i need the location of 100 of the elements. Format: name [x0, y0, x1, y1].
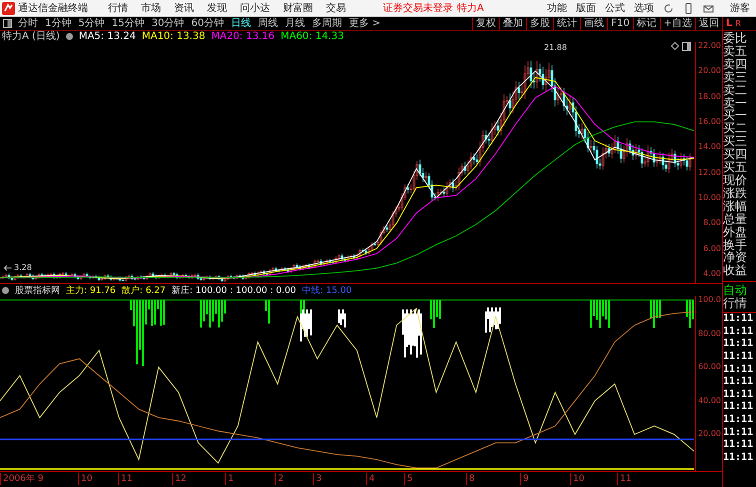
indicator-value: 中线: 15.00 [302, 284, 352, 296]
menu-item[interactable]: 版面 [576, 1, 596, 15]
menu-item[interactable]: 资讯 [174, 1, 194, 15]
price-axis-label: 20.00 [698, 65, 721, 78]
diamond-icon[interactable] [671, 42, 679, 50]
quote-mode-tab[interactable]: 行情 [723, 297, 756, 310]
period-tab[interactable]: 多周期 [312, 18, 342, 30]
quote-field-label: 收益 [723, 264, 748, 278]
app-title: 通达信金融终端 [18, 2, 88, 15]
price-axis-label: 14.00 [698, 141, 721, 154]
moving-average-value: MA20: 13.16 [211, 30, 275, 42]
indicator-axis-label: 100.0 [698, 294, 721, 306]
menu-item[interactable]: 行情 [108, 1, 128, 15]
time-axis-label: 3 [313, 473, 322, 485]
trade-time: 11:11 [723, 452, 754, 464]
indicator-name: 股票指标网 [15, 284, 60, 296]
menu-item[interactable]: 问小达 [240, 1, 270, 15]
indicator-axis-label: 60.00 [698, 361, 721, 374]
trade-time: 11:11 [723, 364, 754, 376]
quote-field-label: 外盘 [723, 226, 748, 238]
window-toggle-icon[interactable] [3, 19, 12, 28]
quote-field-label: 净资 [723, 251, 748, 264]
price-axis-label: 6.00 [703, 242, 721, 254]
price-axis-label: 4.00 [703, 268, 721, 280]
toolbar-button[interactable]: 统计 [553, 18, 580, 30]
toolbar-button[interactable]: F10 [607, 18, 633, 30]
period-tab[interactable]: 1分钟 [45, 18, 72, 30]
time-axis-label: 4 [366, 473, 375, 485]
trade-time: 11:11 [723, 326, 754, 338]
chart-title: 特力A (日线) [2, 30, 60, 43]
panel-icon[interactable] [682, 42, 691, 51]
time-axis-label: 10 [78, 473, 92, 485]
indicator-value: 散户: 6.27 [122, 284, 166, 296]
period-tab[interactable]: 月线 [284, 18, 305, 30]
price-axis-label: 8.00 [703, 217, 721, 230]
quote-field-label: 买四 [723, 148, 748, 162]
quote-field-label: 卖五 [723, 44, 748, 58]
period-tab[interactable]: 15分钟 [112, 18, 144, 30]
time-axis-label: 8 [466, 473, 475, 485]
moving-average-value: MA5: 13.24 [78, 30, 136, 42]
indicator-axis-label: 40.00 [698, 394, 721, 407]
toolbar-button[interactable]: +自选 [660, 18, 695, 30]
trade-time: 11:11 [723, 338, 754, 351]
menu-item[interactable]: 财富圈 [283, 1, 313, 15]
quote-mode-tab[interactable]: 自动 [723, 284, 756, 298]
menu-item[interactable]: 公式 [605, 1, 625, 15]
price-axis-label: 18.00 [698, 90, 721, 102]
quote-field-label: 买五 [723, 161, 748, 174]
menu-item[interactable]: 交易 [326, 1, 346, 15]
toolbar-button[interactable]: 画线 [580, 18, 608, 30]
moving-average-value: MA60: 14.33 [280, 30, 344, 42]
trade-time: 11:11 [723, 401, 754, 414]
quote-field-label: 总量 [723, 212, 748, 226]
arrow-icon [4, 264, 12, 270]
toolbar-button[interactable]: 复权 [472, 18, 500, 30]
indicator-axis-label: 20.00 [698, 428, 721, 440]
low-price-label: 3.28 [14, 263, 32, 272]
menu-item[interactable]: 发现 [207, 1, 227, 15]
menu-item[interactable]: 功能 [547, 1, 567, 15]
indicator-value: 主力: 91.76 [66, 284, 116, 296]
toolbar-button[interactable]: 返回 [695, 18, 722, 30]
quote-field-label: 卖一 [723, 96, 748, 110]
toolbar-button[interactable]: 叠加 [499, 18, 526, 30]
menu-item[interactable]: 选项 [634, 1, 654, 15]
quote-field-label: 涨跌 [723, 186, 748, 200]
price-axis-label: 10.00 [698, 192, 721, 204]
quote-field-label: 卖四 [723, 58, 748, 71]
menu-item[interactable]: 市场 [141, 1, 161, 15]
period-tab[interactable]: 60分钟 [191, 18, 224, 30]
time-axis-label: 10 [570, 473, 584, 485]
phone-icon[interactable] [683, 2, 694, 14]
trade-time: 11:11 [723, 388, 754, 402]
panel-right-toggle[interactable]: R [735, 19, 741, 28]
period-tab[interactable]: 周线 [258, 18, 278, 30]
login-status: 证券交易未登录 [383, 2, 453, 15]
time-axis-label: 2 [275, 473, 284, 485]
period-tab[interactable]: 5分钟 [78, 18, 105, 30]
panel-left-toggle[interactable]: L [726, 18, 732, 29]
quote-field-label: 买三 [723, 135, 748, 148]
time-axis-label: 2006年 9 [0, 473, 44, 485]
price-axis-label: 12.00 [698, 166, 721, 178]
high-price-label: 21.88 [544, 43, 567, 52]
period-tab[interactable]: 分时 [18, 18, 38, 30]
time-axis-label: 1 [225, 473, 234, 485]
time-axis-label: 11 [617, 473, 632, 485]
period-tab[interactable]: 更多 > [348, 18, 381, 30]
message-icon[interactable] [703, 2, 714, 14]
toolbar-button[interactable]: 多股 [526, 18, 554, 30]
trade-time: 11:11 [723, 439, 754, 452]
price-axis-label: 16.00 [698, 116, 721, 128]
period-tab[interactable]: 日线 [230, 18, 251, 30]
time-axis-label: 5 [404, 473, 413, 485]
trade-time: 11:11 [723, 414, 754, 427]
quote-field-label: 卖二 [723, 84, 748, 97]
indicator-axis-label: 80.00 [698, 328, 721, 340]
period-tab[interactable]: 30分钟 [151, 18, 184, 30]
refresh-icon[interactable] [663, 2, 674, 14]
toolbar-button[interactable]: 标记 [632, 18, 660, 30]
indicator-value: 新庄: 100.00 : 100.00 : 0.00 [172, 284, 296, 296]
quote-field-label: 买一 [723, 109, 748, 122]
